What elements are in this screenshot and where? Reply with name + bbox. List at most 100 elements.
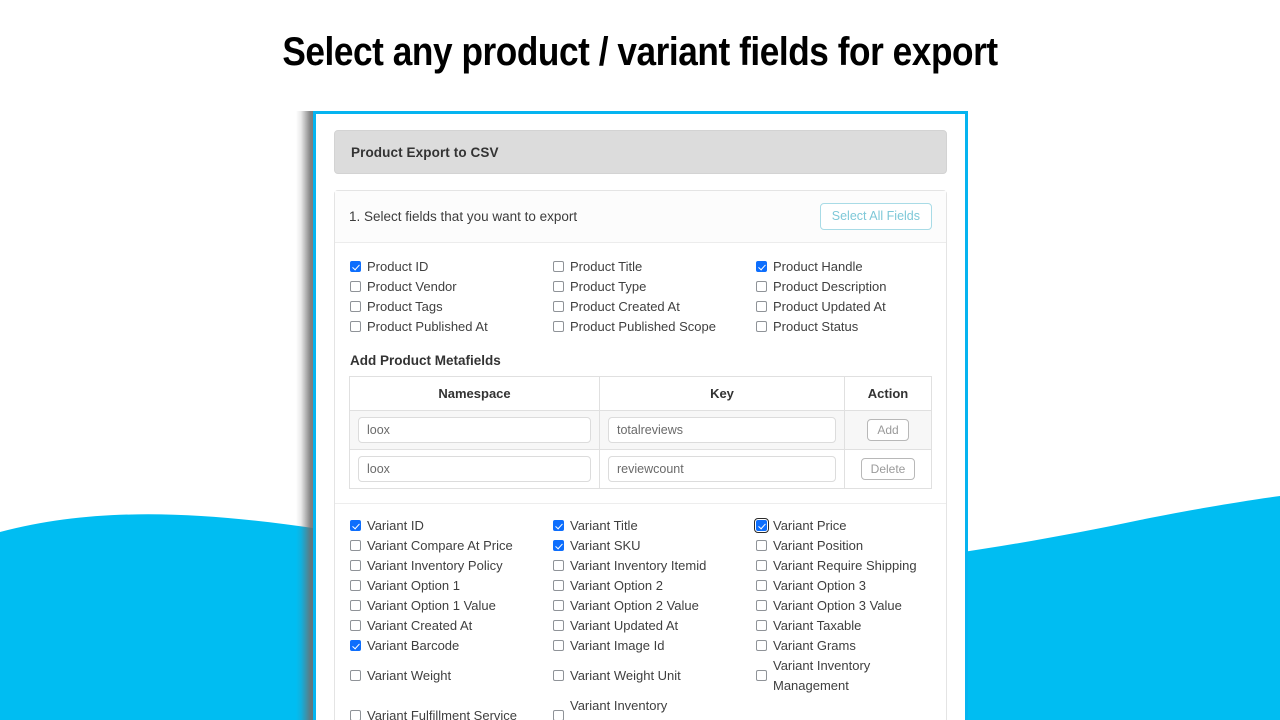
variant-field-label: Variant Inventory Management — [773, 657, 871, 693]
variant-field-item[interactable]: Variant Inventory Management — [755, 656, 932, 696]
variant-field-item[interactable]: Variant Price — [753, 516, 932, 536]
product-field-item[interactable]: Product Handle — [755, 257, 932, 277]
product-field-item[interactable]: Product Title — [552, 257, 755, 277]
variant-field-label: Variant Inventory Itemid — [570, 557, 707, 573]
checkbox-icon[interactable] — [553, 600, 564, 611]
variant-field-item[interactable]: Variant Weight Unit — [552, 656, 755, 696]
product-field-item[interactable]: Product Status — [755, 317, 932, 337]
variant-field-label: Variant Grams — [773, 637, 856, 653]
variant-field-item[interactable]: Variant Option 2 — [552, 576, 755, 596]
checkbox-icon[interactable] — [553, 580, 564, 591]
variant-field-item[interactable]: Variant Barcode — [349, 636, 552, 656]
variant-field-item[interactable]: Variant Title — [552, 516, 755, 536]
key-input[interactable] — [608, 416, 836, 443]
checkbox-icon[interactable] — [350, 261, 361, 272]
checkbox-icon[interactable] — [350, 301, 361, 312]
checkbox-icon[interactable] — [553, 261, 564, 272]
checkbox-icon[interactable] — [350, 710, 361, 720]
variant-field-item[interactable]: Variant Position — [755, 536, 932, 556]
checkbox-icon[interactable] — [553, 321, 564, 332]
variant-field-item[interactable]: Variant Inventory Policy — [349, 556, 552, 576]
variant-field-item[interactable]: Variant Image Id — [552, 636, 755, 656]
checkbox-icon[interactable] — [553, 560, 564, 571]
checkbox-icon[interactable] — [756, 321, 767, 332]
namespace-input[interactable] — [358, 416, 591, 443]
checkbox-icon[interactable] — [553, 710, 564, 720]
product-field-label: Product Updated At — [773, 298, 886, 314]
product-field-item[interactable]: Product Published At — [349, 317, 552, 337]
product-field-item[interactable]: Product Type — [552, 277, 755, 297]
variant-field-item[interactable]: Variant Option 1 — [349, 576, 552, 596]
variant-field-label: Variant SKU — [570, 537, 641, 553]
product-field-item[interactable]: Product Tags — [349, 297, 552, 317]
key-input[interactable] — [608, 455, 836, 482]
checkbox-icon[interactable] — [756, 600, 767, 611]
checkbox-icon[interactable] — [756, 580, 767, 591]
checkbox-icon[interactable] — [553, 670, 564, 681]
product-field-item[interactable]: Product Published Scope — [552, 317, 755, 337]
checkbox-icon[interactable] — [350, 600, 361, 611]
variant-field-item[interactable]: Variant Option 3 — [755, 576, 932, 596]
variant-field-item[interactable]: Variant Fulfillment Service — [349, 696, 552, 720]
checkbox-icon[interactable] — [553, 640, 564, 651]
product-field-label: Product Description — [773, 278, 887, 294]
checkbox-icon[interactable] — [756, 301, 767, 312]
variant-field-item[interactable]: Variant Weight — [349, 656, 552, 696]
checkbox-icon[interactable] — [756, 281, 767, 292]
checkbox-icon[interactable] — [756, 560, 767, 571]
product-field-label: Product Status — [773, 318, 859, 334]
variant-field-item[interactable]: Variant Option 2 Value — [552, 596, 755, 616]
variant-field-item[interactable]: Variant Inventory Quantity — [552, 696, 755, 720]
checkbox-icon[interactable] — [553, 520, 564, 531]
add-metafield-button[interactable]: Add — [867, 418, 909, 441]
variant-field-label: Variant Taxable — [773, 617, 862, 633]
product-field-item[interactable]: Product Description — [755, 277, 932, 297]
checkbox-icon[interactable] — [756, 261, 767, 272]
panel-body: 1. Select fields that you want to export… — [334, 190, 947, 720]
checkbox-icon[interactable] — [756, 640, 767, 651]
metafields-table-body: Add Delete — [349, 409, 932, 489]
checkbox-icon[interactable] — [350, 520, 361, 531]
product-field-item[interactable]: Product Updated At — [755, 297, 932, 317]
checkbox-icon[interactable] — [553, 301, 564, 312]
checkbox-icon[interactable] — [350, 321, 361, 332]
checkbox-icon[interactable] — [350, 281, 361, 292]
checkbox-icon[interactable] — [756, 620, 767, 631]
checkbox-icon[interactable] — [553, 540, 564, 551]
checkbox-icon[interactable] — [553, 281, 564, 292]
variant-field-item[interactable]: Variant Option 3 Value — [755, 596, 932, 616]
product-field-item[interactable]: Product Vendor — [349, 277, 552, 297]
variant-field-label: Variant Image Id — [570, 637, 665, 653]
checkbox-icon[interactable] — [350, 560, 361, 571]
metafields-table-head: Namespace Key Action — [349, 375, 932, 411]
variant-fields-area: Variant ID Variant Title Variant Price Vari… — [335, 516, 946, 720]
checkbox-icon[interactable] — [350, 580, 361, 591]
metafields-table: Namespace Key Action Add Delete — [349, 375, 932, 489]
variant-field-item[interactable]: Variant SKU — [552, 536, 755, 556]
checkbox-icon[interactable] — [756, 670, 767, 681]
checkbox-icon[interactable] — [553, 620, 564, 631]
variant-field-item[interactable]: Variant Updated At — [552, 616, 755, 636]
product-field-label: Product Title — [570, 258, 643, 274]
checkbox-icon[interactable] — [753, 517, 770, 534]
variant-field-item[interactable]: Variant Created At — [349, 616, 552, 636]
variant-field-item[interactable]: Variant Grams — [755, 636, 932, 656]
variant-field-item[interactable]: Variant ID — [349, 516, 552, 536]
product-field-item[interactable]: Product Created At — [552, 297, 755, 317]
variant-field-item[interactable]: Variant Taxable — [755, 616, 932, 636]
variant-field-label: Variant Fulfillment Service — [367, 707, 518, 720]
variant-field-item[interactable]: Variant Option 1 Value — [349, 596, 552, 616]
variant-field-item[interactable]: Variant Compare At Price — [349, 536, 552, 556]
checkbox-icon[interactable] — [350, 540, 361, 551]
select-all-fields-button[interactable]: Select All Fields — [819, 203, 932, 230]
variant-field-item[interactable]: Variant Inventory Itemid — [552, 556, 755, 576]
product-field-item[interactable]: Product ID — [349, 257, 552, 277]
checkbox-icon[interactable] — [350, 640, 361, 651]
variant-field-item[interactable]: Variant Require Shipping — [755, 556, 932, 576]
checkbox-icon[interactable] — [350, 670, 361, 681]
metafields-cell-namespace — [349, 409, 600, 450]
delete-metafield-button[interactable]: Delete — [860, 457, 916, 480]
namespace-input[interactable] — [358, 455, 591, 482]
checkbox-icon[interactable] — [756, 540, 767, 551]
checkbox-icon[interactable] — [350, 620, 361, 631]
